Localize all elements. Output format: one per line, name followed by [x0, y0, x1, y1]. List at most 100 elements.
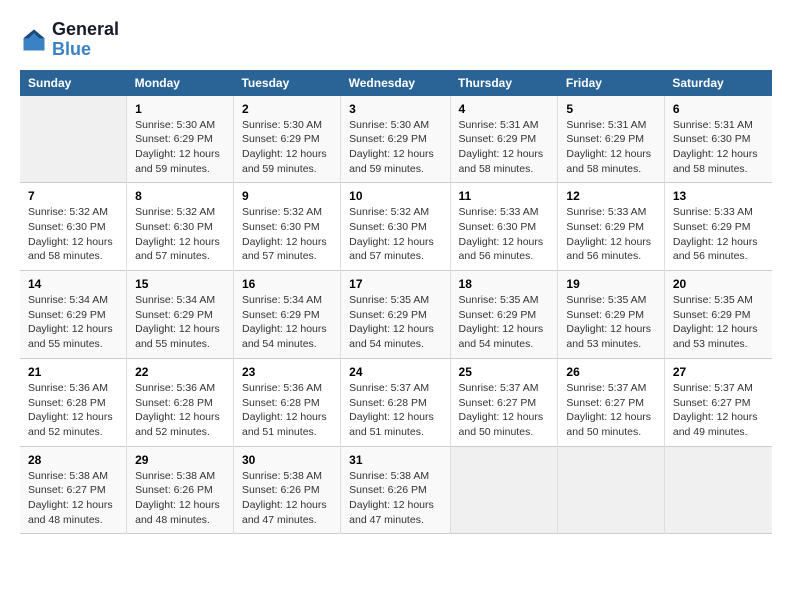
day-number: 9 — [242, 189, 332, 203]
logo-icon — [20, 26, 48, 54]
calendar-cell: 26 Sunrise: 5:37 AM Sunset: 6:27 PM Dayli… — [558, 358, 664, 446]
calendar-cell: 25 Sunrise: 5:37 AM Sunset: 6:27 PM Dayli… — [450, 358, 558, 446]
day-number: 16 — [242, 277, 332, 291]
calendar-table: SundayMondayTuesdayWednesdayThursdayFrid… — [20, 70, 772, 535]
day-content: Sunrise: 5:38 AM Sunset: 6:26 PM Dayligh… — [135, 469, 225, 528]
weekday-header-row: SundayMondayTuesdayWednesdayThursdayFrid… — [20, 70, 772, 96]
day-number: 21 — [28, 365, 118, 379]
weekday-header-tuesday: Tuesday — [233, 70, 340, 96]
day-number: 20 — [673, 277, 764, 291]
weekday-header-monday: Monday — [127, 70, 234, 96]
calendar-cell: 18 Sunrise: 5:35 AM Sunset: 6:29 PM Dayli… — [450, 271, 558, 359]
day-number: 23 — [242, 365, 332, 379]
calendar-cell — [450, 446, 558, 534]
day-number: 26 — [566, 365, 655, 379]
day-content: Sunrise: 5:35 AM Sunset: 6:29 PM Dayligh… — [566, 293, 655, 352]
calendar-cell: 1Sunrise: 5:30 AM Sunset: 6:29 PM Daylig… — [127, 96, 234, 183]
day-content: Sunrise: 5:31 AM Sunset: 6:29 PM Dayligh… — [566, 118, 655, 177]
day-content: Sunrise: 5:38 AM Sunset: 6:26 PM Dayligh… — [349, 469, 441, 528]
calendar-cell: 23 Sunrise: 5:36 AM Sunset: 6:28 PM Dayli… — [233, 358, 340, 446]
day-content: Sunrise: 5:30 AM Sunset: 6:29 PM Dayligh… — [135, 118, 225, 177]
day-number: 2 — [242, 102, 332, 116]
day-number: 28 — [28, 453, 118, 467]
week-row-4: 21 Sunrise: 5:36 AM Sunset: 6:28 PM Dayli… — [20, 358, 772, 446]
calendar-cell: 2 Sunrise: 5:30 AM Sunset: 6:29 PM Daylig… — [233, 96, 340, 183]
day-number: 29 — [135, 453, 225, 467]
calendar-cell: 5 Sunrise: 5:31 AM Sunset: 6:29 PM Daylig… — [558, 96, 664, 183]
calendar-cell: 3 Sunrise: 5:30 AM Sunset: 6:29 PM Daylig… — [341, 96, 450, 183]
day-number: 17 — [349, 277, 441, 291]
day-content: Sunrise: 5:38 AM Sunset: 6:27 PM Dayligh… — [28, 469, 118, 528]
day-content: Sunrise: 5:36 AM Sunset: 6:28 PM Dayligh… — [28, 381, 118, 440]
weekday-header-wednesday: Wednesday — [341, 70, 450, 96]
day-number: 22 — [135, 365, 225, 379]
calendar-cell: 10 Sunrise: 5:32 AM Sunset: 6:30 PM Dayli… — [341, 183, 450, 271]
calendar-cell: 11 Sunrise: 5:33 AM Sunset: 6:30 PM Dayli… — [450, 183, 558, 271]
calendar-cell: 9 Sunrise: 5:32 AM Sunset: 6:30 PM Daylig… — [233, 183, 340, 271]
day-number: 3 — [349, 102, 441, 116]
day-content: Sunrise: 5:38 AM Sunset: 6:26 PM Dayligh… — [242, 469, 332, 528]
day-number: 18 — [459, 277, 550, 291]
day-number: 5 — [566, 102, 655, 116]
day-number: 25 — [459, 365, 550, 379]
day-content: Sunrise: 5:37 AM Sunset: 6:27 PM Dayligh… — [459, 381, 550, 440]
day-content: Sunrise: 5:30 AM Sunset: 6:29 PM Dayligh… — [349, 118, 441, 177]
calendar-cell: 7Sunrise: 5:32 AM Sunset: 6:30 PM Daylig… — [20, 183, 127, 271]
calendar-cell — [558, 446, 664, 534]
day-content: Sunrise: 5:34 AM Sunset: 6:29 PM Dayligh… — [242, 293, 332, 352]
logo-text: General Blue — [52, 20, 119, 60]
day-content: Sunrise: 5:34 AM Sunset: 6:29 PM Dayligh… — [135, 293, 225, 352]
day-content: Sunrise: 5:36 AM Sunset: 6:28 PM Dayligh… — [135, 381, 225, 440]
day-content: Sunrise: 5:35 AM Sunset: 6:29 PM Dayligh… — [673, 293, 764, 352]
day-content: Sunrise: 5:32 AM Sunset: 6:30 PM Dayligh… — [242, 205, 332, 264]
day-content: Sunrise: 5:37 AM Sunset: 6:27 PM Dayligh… — [566, 381, 655, 440]
day-content: Sunrise: 5:35 AM Sunset: 6:29 PM Dayligh… — [459, 293, 550, 352]
page-header: General Blue — [20, 20, 772, 60]
calendar-cell: 22 Sunrise: 5:36 AM Sunset: 6:28 PM Dayli… — [127, 358, 234, 446]
weekday-header-saturday: Saturday — [664, 70, 772, 96]
day-number: 10 — [349, 189, 441, 203]
day-number: 6 — [673, 102, 764, 116]
calendar-cell: 6 Sunrise: 5:31 AM Sunset: 6:30 PM Daylig… — [664, 96, 772, 183]
day-number: 19 — [566, 277, 655, 291]
calendar-cell: 19 Sunrise: 5:35 AM Sunset: 6:29 PM Dayli… — [558, 271, 664, 359]
day-content: Sunrise: 5:37 AM Sunset: 6:28 PM Dayligh… — [349, 381, 441, 440]
day-number: 11 — [459, 189, 550, 203]
day-content: Sunrise: 5:33 AM Sunset: 6:30 PM Dayligh… — [459, 205, 550, 264]
day-content: Sunrise: 5:36 AM Sunset: 6:28 PM Dayligh… — [242, 381, 332, 440]
calendar-cell: 28 Sunrise: 5:38 AM Sunset: 6:27 PM Dayli… — [20, 446, 127, 534]
week-row-1: 1Sunrise: 5:30 AM Sunset: 6:29 PM Daylig… — [20, 96, 772, 183]
day-content: Sunrise: 5:31 AM Sunset: 6:30 PM Dayligh… — [673, 118, 764, 177]
day-content: Sunrise: 5:32 AM Sunset: 6:30 PM Dayligh… — [28, 205, 118, 264]
calendar-cell: 14Sunrise: 5:34 AM Sunset: 6:29 PM Dayli… — [20, 271, 127, 359]
calendar-cell: 12Sunrise: 5:33 AM Sunset: 6:29 PM Dayli… — [558, 183, 664, 271]
day-number: 31 — [349, 453, 441, 467]
day-content: Sunrise: 5:35 AM Sunset: 6:29 PM Dayligh… — [349, 293, 441, 352]
day-number: 13 — [673, 189, 764, 203]
calendar-cell: 4 Sunrise: 5:31 AM Sunset: 6:29 PM Daylig… — [450, 96, 558, 183]
calendar-cell: 29 Sunrise: 5:38 AM Sunset: 6:26 PM Dayli… — [127, 446, 234, 534]
calendar-cell: 24Sunrise: 5:37 AM Sunset: 6:28 PM Dayli… — [341, 358, 450, 446]
day-content: Sunrise: 5:33 AM Sunset: 6:29 PM Dayligh… — [566, 205, 655, 264]
day-content: Sunrise: 5:33 AM Sunset: 6:29 PM Dayligh… — [673, 205, 764, 264]
weekday-header-sunday: Sunday — [20, 70, 127, 96]
logo: General Blue — [20, 20, 119, 60]
calendar-cell: 20 Sunrise: 5:35 AM Sunset: 6:29 PM Dayli… — [664, 271, 772, 359]
calendar-cell: 30 Sunrise: 5:38 AM Sunset: 6:26 PM Dayli… — [233, 446, 340, 534]
day-number: 27 — [673, 365, 764, 379]
calendar-cell: 8 Sunrise: 5:32 AM Sunset: 6:30 PM Daylig… — [127, 183, 234, 271]
day-number: 4 — [459, 102, 550, 116]
day-number: 15 — [135, 277, 225, 291]
day-content: Sunrise: 5:32 AM Sunset: 6:30 PM Dayligh… — [135, 205, 225, 264]
week-row-2: 7Sunrise: 5:32 AM Sunset: 6:30 PM Daylig… — [20, 183, 772, 271]
day-content: Sunrise: 5:31 AM Sunset: 6:29 PM Dayligh… — [459, 118, 550, 177]
calendar-cell: 16 Sunrise: 5:34 AM Sunset: 6:29 PM Dayli… — [233, 271, 340, 359]
day-content: Sunrise: 5:30 AM Sunset: 6:29 PM Dayligh… — [242, 118, 332, 177]
day-content: Sunrise: 5:34 AM Sunset: 6:29 PM Dayligh… — [28, 293, 118, 352]
day-number: 30 — [242, 453, 332, 467]
day-number: 8 — [135, 189, 225, 203]
weekday-header-friday: Friday — [558, 70, 664, 96]
week-row-5: 28 Sunrise: 5:38 AM Sunset: 6:27 PM Dayli… — [20, 446, 772, 534]
day-content: Sunrise: 5:32 AM Sunset: 6:30 PM Dayligh… — [349, 205, 441, 264]
weekday-header-thursday: Thursday — [450, 70, 558, 96]
